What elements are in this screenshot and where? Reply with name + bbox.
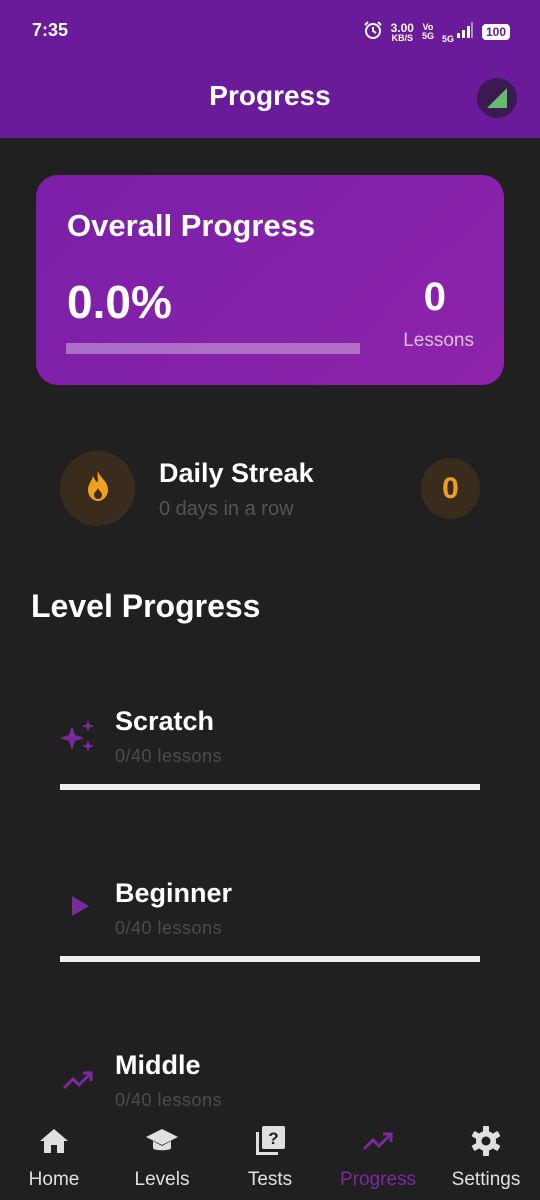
level-progress-title: Level Progress bbox=[31, 588, 261, 624]
nav-tests[interactable]: ? Tests bbox=[216, 1110, 324, 1200]
status-icons: 3.00 KB/S Vo 5G 5G 100 bbox=[363, 20, 510, 44]
status-bar: 7:35 3.00 KB/S Vo 5G 5G 100 bbox=[0, 0, 540, 62]
level-item-beginner[interactable]: Beginner 0/40 lessons bbox=[60, 878, 480, 998]
lessons-label: Lessons bbox=[403, 330, 474, 351]
school-icon bbox=[145, 1124, 179, 1163]
level-lessons: 0/40 lessons bbox=[115, 1090, 223, 1110]
nav-home[interactable]: Home bbox=[0, 1110, 108, 1200]
svg-text:?: ? bbox=[268, 1129, 278, 1148]
lessons-count: 0 bbox=[423, 275, 446, 319]
level-progress-bar bbox=[60, 784, 480, 790]
overall-progress-percent: 0.0% bbox=[67, 276, 172, 328]
quiz-icon: ? bbox=[253, 1124, 287, 1163]
streak-subtitle: 0 days in a row bbox=[159, 498, 294, 520]
nav-progress[interactable]: Progress bbox=[324, 1110, 432, 1200]
page-title: Progress bbox=[209, 80, 331, 111]
level-lessons: 0/40 lessons bbox=[115, 918, 223, 938]
app-bar: Progress bbox=[0, 62, 540, 138]
network-speed: 3.00 KB/S bbox=[390, 20, 414, 43]
home-icon bbox=[37, 1124, 71, 1163]
level-item-scratch[interactable]: Scratch 0/40 lessons bbox=[60, 706, 480, 826]
gear-icon bbox=[469, 1124, 503, 1163]
level-progress-bar bbox=[60, 956, 480, 962]
signal-indicator: 5G bbox=[442, 21, 474, 44]
nav-settings[interactable]: Settings bbox=[432, 1110, 540, 1200]
overall-progress-card: Overall Progress 0.0% 0 Lessons bbox=[36, 175, 504, 385]
overall-progress-title: Overall Progress bbox=[67, 208, 316, 243]
alarm-icon bbox=[363, 20, 383, 45]
nav-label: Settings bbox=[451, 1169, 521, 1190]
nav-label: Levels bbox=[134, 1169, 190, 1190]
play-icon bbox=[60, 888, 96, 924]
level-lessons: 0/40 lessons bbox=[115, 746, 223, 766]
fire-icon bbox=[84, 470, 112, 507]
nav-label: Home bbox=[28, 1169, 80, 1190]
trending-up-icon bbox=[60, 1060, 96, 1096]
level-name: Scratch bbox=[115, 706, 215, 736]
sparkles-icon bbox=[60, 718, 96, 754]
bottom-navigation: Home Levels ? Tests Progress Settings bbox=[0, 1110, 540, 1200]
status-time: 7:35 bbox=[32, 20, 69, 40]
nav-label: Progress bbox=[339, 1169, 417, 1190]
level-name: Beginner bbox=[115, 878, 233, 908]
nav-label: Tests bbox=[247, 1169, 293, 1190]
trending-up-icon bbox=[361, 1124, 395, 1163]
nav-levels[interactable]: Levels bbox=[108, 1110, 216, 1200]
level-name: Middle bbox=[115, 1050, 201, 1080]
streak-icon-circle bbox=[60, 451, 135, 526]
streak-title: Daily Streak bbox=[159, 458, 314, 488]
streak-count-badge: 0 bbox=[421, 458, 480, 519]
overall-progress-bar bbox=[66, 343, 360, 354]
debug-banner-icon bbox=[477, 78, 517, 118]
battery-icon: 100 bbox=[481, 24, 510, 40]
signal-icon bbox=[456, 21, 474, 44]
volte-indicator: Vo 5G bbox=[421, 22, 434, 41]
